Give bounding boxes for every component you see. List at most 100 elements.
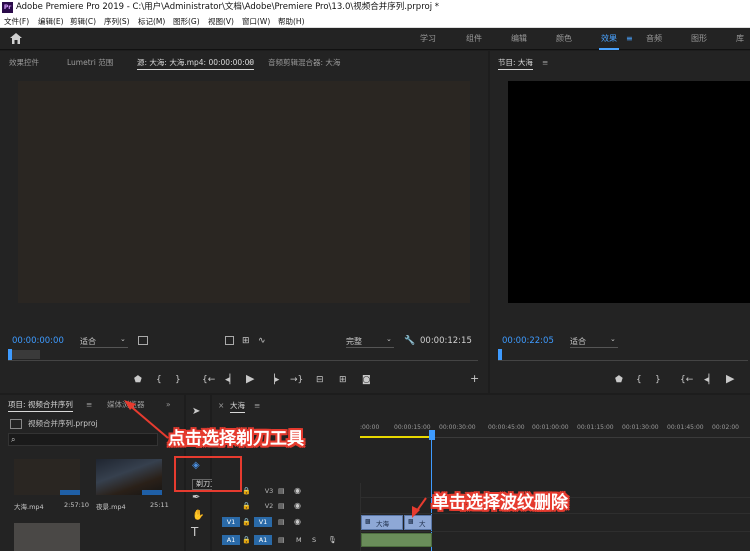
camera-icon[interactable]: ◙	[362, 375, 371, 385]
sync-lock-icon[interactable]: ▤	[278, 486, 285, 496]
selection-tool-icon[interactable]: ➤	[192, 407, 200, 417]
mark-in-icon[interactable]: {	[636, 375, 642, 385]
ruler-tick-label: 00:00:30:00	[439, 424, 476, 431]
add-marker-icon[interactable]: ⬟	[134, 375, 142, 385]
lock-icon[interactable]: 🔒	[242, 517, 251, 527]
workspace-editing[interactable]: 编辑	[511, 28, 527, 50]
source-time-ruler[interactable]	[8, 349, 478, 361]
menu-view[interactable]: 视图(V)	[208, 15, 234, 28]
drag-audio-icon[interactable]: ∿	[258, 336, 266, 346]
source-patch-v1[interactable]: V1	[222, 517, 240, 527]
program-tab-menu-icon[interactable]: ≡	[542, 55, 548, 71]
project-clip-item[interactable]: 大海.mp4 2:57:10	[8, 453, 89, 513]
home-icon[interactable]	[10, 33, 22, 44]
timeline-playhead-handle[interactable]	[429, 430, 435, 440]
go-to-in-icon[interactable]: {←	[202, 375, 215, 385]
close-icon[interactable]: ×	[218, 398, 224, 414]
step-forward-icon[interactable]: ▕▸	[268, 375, 279, 385]
source-tab-menu-icon[interactable]: ≡	[248, 55, 254, 71]
menu-graphics[interactable]: 图形(G)	[173, 15, 200, 28]
overwrite-icon[interactable]: ⊞	[339, 375, 347, 385]
tab-program[interactable]: 节目: 大海	[498, 55, 533, 71]
project-clip-item[interactable]: 夜景.mp4 25:11	[90, 453, 169, 513]
source-timecode-in[interactable]: 00:00:00:00	[12, 336, 64, 346]
solo-button[interactable]: S	[312, 535, 316, 545]
workspace-learn[interactable]: 学习	[420, 28, 436, 50]
program-timecode[interactable]: 00:00:22:05	[502, 336, 554, 346]
eye-icon[interactable]: ◉	[294, 501, 301, 511]
drag-video-icon[interactable]: ⊞	[242, 336, 250, 346]
source-patch-a1[interactable]: A1	[222, 535, 240, 545]
annotation-highlight-box	[174, 456, 242, 492]
menu-edit[interactable]: 编辑(E)	[38, 15, 64, 28]
go-to-out-icon[interactable]: →}	[290, 375, 303, 385]
play-icon[interactable]: ▶	[726, 373, 734, 384]
source-settings-icon[interactable]	[138, 336, 148, 345]
lock-icon[interactable]: 🔒	[242, 501, 251, 511]
play-icon[interactable]: ▶	[246, 373, 254, 384]
lock-icon[interactable]: 🔒	[242, 535, 251, 545]
program-video-viewer[interactable]	[508, 81, 750, 303]
video-clip[interactable]: ▩ 大	[404, 515, 432, 530]
mark-out-icon[interactable]: }	[175, 375, 181, 385]
workspace-color[interactable]: 颜色	[556, 28, 572, 50]
eye-icon[interactable]: ◉	[294, 486, 301, 496]
tab-lumetri-scopes[interactable]: Lumetri 范围	[67, 55, 113, 71]
project-search-input[interactable]: ⌕	[8, 433, 158, 446]
add-marker-icon[interactable]: ⬟	[615, 375, 623, 385]
source-video-viewer[interactable]	[18, 81, 470, 303]
track-target-a1[interactable]: A1	[254, 535, 272, 545]
menu-help[interactable]: 帮助(H)	[278, 15, 305, 28]
tab-media-browser[interactable]: 媒体浏览器	[107, 397, 145, 413]
workspace-assembly[interactable]: 组件	[466, 28, 482, 50]
sync-lock-icon[interactable]: ▤	[278, 517, 285, 527]
step-back-icon[interactable]: ◂▏	[704, 375, 715, 385]
sync-lock-icon[interactable]: ▤	[278, 535, 285, 545]
export-frame-icon[interactable]	[225, 336, 234, 345]
timeline-ruler[interactable]: :00:00 00:00:15:00 00:00:30:00 00:00:45:…	[360, 424, 750, 438]
go-to-in-icon[interactable]: {←	[680, 375, 693, 385]
tab-project[interactable]: 项目: 视频合并序列	[8, 397, 73, 413]
tab-timeline-sequence[interactable]: 大海	[230, 398, 245, 414]
workspace-audio[interactable]: 音频	[646, 28, 662, 50]
premiere-logo-icon: Pr	[2, 2, 13, 13]
program-time-ruler[interactable]	[498, 349, 748, 361]
type-tool-icon[interactable]: T	[191, 526, 198, 538]
pen-tool-icon[interactable]: ✒	[192, 493, 200, 503]
menu-marker[interactable]: 标记(M)	[138, 15, 165, 28]
microphone-icon[interactable]: 🎙	[328, 535, 337, 545]
lock-icon[interactable]: 🔒	[242, 486, 251, 496]
workspace-libraries[interactable]: 库	[736, 28, 744, 50]
mute-button[interactable]: M	[296, 535, 302, 545]
tab-audio-clip-mixer[interactable]: 音频剪辑混合器: 大海	[268, 55, 340, 71]
workspace-graphics[interactable]: 图形	[691, 28, 707, 50]
video-clip[interactable]: ▩ 大海	[361, 515, 403, 530]
more-panels-icon[interactable]: »	[166, 397, 171, 413]
mark-in-icon[interactable]: {	[156, 375, 162, 385]
workspace-effects[interactable]: 效果	[599, 28, 619, 50]
workspace-menu-icon[interactable]: ≡	[626, 28, 633, 50]
sync-lock-icon[interactable]: ▤	[278, 501, 285, 511]
wrench-icon[interactable]: 🔧	[404, 336, 415, 346]
track-target-v1[interactable]: V1	[254, 517, 272, 527]
menu-window[interactable]: 窗口(W)	[242, 15, 270, 28]
menu-sequence[interactable]: 序列(S)	[104, 15, 130, 28]
insert-icon[interactable]: ⊟	[316, 375, 324, 385]
hand-tool-icon[interactable]: ✋	[192, 511, 204, 521]
add-button-icon[interactable]: +	[470, 373, 479, 384]
tab-source[interactable]: 源: 大海: 大海.mp4: 00:00:00:00	[137, 55, 255, 71]
step-back-icon[interactable]: ◂▏	[225, 375, 236, 385]
workspace-bar: 学习 组件 编辑 颜色 效果 ≡ 音频 图形 库	[0, 28, 750, 50]
tab-effect-controls[interactable]: 效果控件	[9, 55, 39, 71]
menu-clip[interactable]: 剪辑(C)	[70, 15, 96, 28]
clip-thumbnail[interactable]	[14, 523, 80, 551]
mark-out-icon[interactable]: }	[655, 375, 661, 385]
source-playhead[interactable]	[8, 349, 12, 360]
program-playhead[interactable]	[498, 349, 502, 360]
audio-clip[interactable]	[361, 533, 432, 547]
timeline-tab-menu-icon[interactable]: ≡	[254, 398, 260, 414]
menu-file[interactable]: 文件(F)	[4, 15, 29, 28]
work-area-bar[interactable]	[360, 436, 430, 438]
project-tab-menu-icon[interactable]: ≡	[86, 397, 92, 413]
eye-icon[interactable]: ◉	[294, 517, 301, 527]
